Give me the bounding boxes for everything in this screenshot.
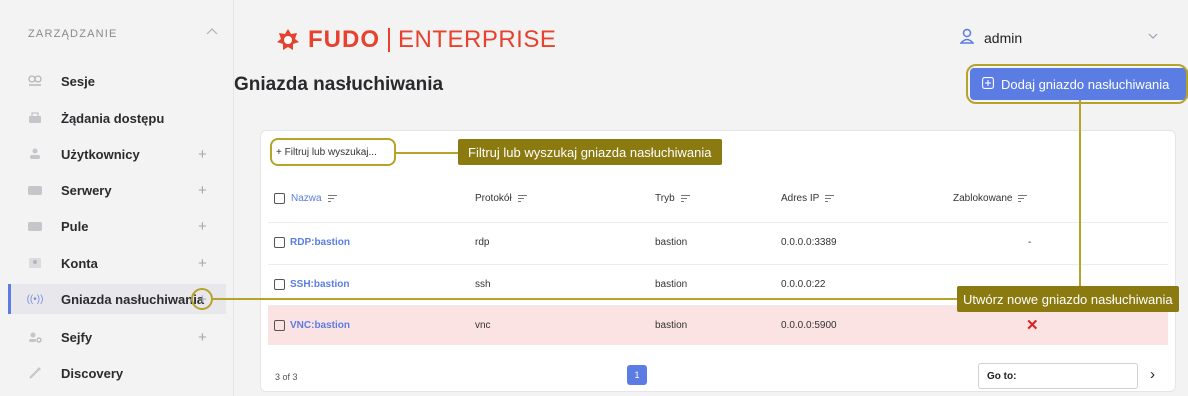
sort-icon[interactable]	[1018, 193, 1028, 204]
sidebar-item-label: Żądania dostępu	[61, 110, 165, 126]
sort-icon[interactable]	[825, 193, 835, 204]
table-header: Nazwa Protokół Tryb Adres IP Zablokowane	[268, 185, 1168, 221]
column-protocol[interactable]: Protokół	[475, 193, 527, 204]
row-checkbox[interactable]	[274, 320, 285, 331]
sidebar-item-label: Sesje	[61, 73, 95, 89]
sidebar-item-pools[interactable]: Pule +	[8, 211, 226, 241]
column-name[interactable]: Nazwa	[274, 193, 337, 204]
sidebar-item-safes[interactable]: Sejfy +	[8, 322, 226, 352]
logo-separator	[388, 28, 390, 52]
listener-icon: ((•))	[26, 293, 44, 305]
fudo-logo: FUDO ENTERPRISE	[276, 26, 556, 54]
create-callout: Utwórz nowe gniazdo nasłuchiwania	[957, 286, 1179, 312]
row-name-cell: RDP:bastion	[274, 237, 350, 248]
column-label: Nazwa	[291, 193, 322, 204]
sidebar-item-label: Użytkownicy	[61, 146, 140, 162]
listener-name-link[interactable]: SSH:bastion	[290, 279, 349, 290]
next-page-icon[interactable]: ›	[1150, 366, 1155, 383]
sidebar-item-label: Discovery	[61, 365, 124, 381]
add-icon[interactable]: +	[198, 218, 207, 235]
row-checkbox[interactable]	[274, 237, 285, 248]
user-name: admin	[984, 29, 1023, 46]
logo-edition: ENTERPRISE	[398, 26, 557, 53]
blocked-cell: -	[1028, 237, 1032, 248]
sidebar: ZARZĄDZANIE Sesje Żądania dostępu Użytko…	[0, 0, 234, 396]
add-icon[interactable]: +	[198, 182, 207, 199]
sort-icon[interactable]	[680, 193, 690, 204]
user-menu[interactable]: admin	[959, 28, 1023, 47]
column-label: Protokół	[475, 193, 512, 204]
chevron-up-icon[interactable]	[206, 24, 220, 38]
sort-icon[interactable]	[327, 193, 337, 204]
page-1-button[interactable]: 1	[627, 365, 647, 385]
create-callout-line-h	[213, 298, 957, 300]
create-callout-line-v	[1079, 100, 1081, 286]
mode-cell: bastion	[655, 237, 688, 248]
add-icon[interactable]: +	[198, 255, 207, 272]
ip-cell: 0.0.0.0:3389	[781, 237, 837, 248]
row-checkbox[interactable]	[274, 279, 285, 290]
ip-cell: 0.0.0.0:22	[781, 279, 826, 290]
user-icon	[959, 28, 975, 47]
select-all-checkbox[interactable]	[274, 193, 285, 204]
goto-page-input[interactable]: Go to:	[978, 363, 1138, 389]
protocol-cell: vnc	[475, 320, 491, 331]
column-blocked[interactable]: Zablokowane	[953, 193, 1028, 204]
table-row[interactable]: RDP:bastion rdp bastion 0.0.0.0:3389 -	[268, 222, 1168, 262]
listener-name-link[interactable]: VNC:bastion	[290, 320, 350, 331]
filter-callout-line	[396, 152, 458, 154]
discovery-icon	[26, 366, 44, 380]
blocked-x-icon: ✕	[1026, 317, 1039, 334]
sidebar-item-access-requests[interactable]: Żądania dostępu	[8, 103, 226, 133]
sidebar-item-sessions[interactable]: Sesje	[8, 66, 226, 96]
result-count: 3 of 3	[275, 372, 298, 382]
logo-brand: FUDO	[308, 26, 380, 53]
listener-name-link[interactable]: RDP:bastion	[290, 237, 350, 248]
chevron-down-icon[interactable]	[1148, 30, 1158, 42]
sidebar-item-discovery[interactable]: Discovery	[8, 358, 226, 388]
mode-cell: bastion	[655, 320, 688, 331]
servers-icon	[26, 183, 44, 197]
row-name-cell: VNC:bastion	[274, 320, 350, 331]
sidebar-item-label: Konta	[61, 255, 98, 271]
column-label: Zablokowane	[953, 193, 1013, 204]
sidebar-item-label: Sejfy	[61, 329, 93, 345]
mode-cell: bastion	[655, 279, 688, 290]
sidebar-item-servers[interactable]: Serwery +	[8, 175, 226, 205]
add-listener-highlight	[191, 288, 213, 310]
page-title: Gniazda nasłuchiwania	[234, 74, 444, 95]
safes-icon	[26, 330, 44, 344]
column-ip[interactable]: Adres IP	[781, 193, 835, 204]
sidebar-item-accounts[interactable]: Konta +	[8, 248, 226, 278]
add-icon[interactable]: +	[198, 146, 207, 163]
sidebar-heading: ZARZĄDZANIE	[28, 28, 118, 40]
access-request-icon	[26, 111, 44, 125]
fudo-mark-icon	[277, 29, 299, 50]
sidebar-item-label: Serwery	[61, 182, 112, 198]
ip-cell: 0.0.0.0:5900	[781, 320, 837, 331]
sidebar-item-users[interactable]: Użytkownicy +	[8, 139, 226, 169]
column-label: Adres IP	[781, 193, 820, 204]
filter-callout: Filtruj lub wyszukaj gniazda nasłuchiwan…	[458, 139, 722, 165]
sort-icon[interactable]	[517, 193, 527, 204]
users-icon	[26, 147, 44, 161]
sessions-icon	[26, 74, 44, 88]
add-button-highlight	[966, 64, 1188, 104]
accounts-icon	[26, 256, 44, 270]
sidebar-item-label: Pule	[61, 218, 89, 234]
row-name-cell: SSH:bastion	[274, 279, 349, 290]
add-icon[interactable]: +	[198, 329, 207, 346]
column-label: Tryb	[655, 193, 675, 204]
pools-icon	[26, 219, 44, 233]
protocol-cell: ssh	[475, 279, 491, 290]
protocol-cell: rdp	[475, 237, 490, 248]
filter-input[interactable]: + Filtruj lub wyszukaj...	[270, 138, 396, 166]
column-mode[interactable]: Tryb	[655, 193, 690, 204]
sidebar-item-label: Gniazda nasłuchiwania	[61, 291, 205, 307]
